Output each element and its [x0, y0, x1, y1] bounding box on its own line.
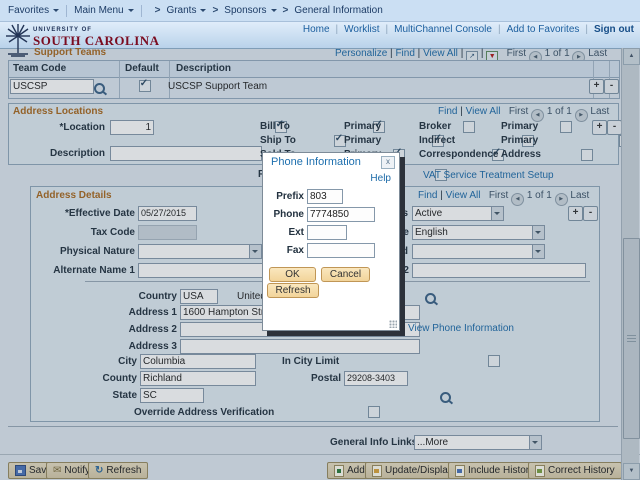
breadcrumb-sponsors[interactable]: Sponsors [224, 5, 266, 16]
fax-label: Fax [286, 245, 304, 256]
separator: | [585, 24, 588, 35]
breadcrumb-separator: > [154, 5, 161, 16]
resize-handle-icon[interactable] [389, 320, 397, 328]
breadcrumb: Favorites Main Menu > Grants > Sponsors … [0, 0, 640, 22]
peoplesoft-page: Favorites Main Menu > Grants > Sponsors … [0, 0, 640, 480]
sign-out-link[interactable]: Sign out [594, 24, 634, 35]
cancel-button[interactable]: Cancel [321, 267, 370, 282]
chevron-down-icon [53, 9, 60, 15]
separator: | [497, 24, 501, 35]
breadcrumb-grants[interactable]: Grants [166, 5, 196, 16]
modal-refresh-button[interactable]: Refresh [267, 283, 319, 298]
help-link[interactable]: Help [370, 173, 391, 184]
header-links: Home | Worklist | MultiChannel Console | Ad… [303, 24, 634, 35]
prefix-input[interactable]: 803 [307, 189, 343, 204]
breadcrumb-favorites[interactable]: Favorites [8, 5, 49, 16]
breadcrumb-separator: > [212, 5, 219, 16]
ext-label: Ext [288, 227, 304, 238]
chevron-down-icon [270, 9, 277, 15]
divider [140, 4, 142, 17]
ok-button[interactable]: OK [269, 267, 316, 282]
add-to-favorites-link[interactable]: Add to Favorites [507, 24, 580, 35]
ext-input[interactable] [307, 225, 347, 240]
phone-label: Phone [273, 209, 304, 220]
phone-input[interactable]: 7774850 [307, 207, 375, 222]
home-link[interactable]: Home [303, 24, 330, 35]
close-icon[interactable]: x [381, 156, 395, 169]
divider [66, 4, 68, 17]
breadcrumb-main-menu[interactable]: Main Menu [74, 5, 123, 16]
dialog-title: Phone Information [271, 156, 361, 168]
fax-input[interactable] [307, 243, 375, 258]
breadcrumb-separator: > [282, 5, 289, 16]
phone-information-dialog: Phone Information x Help Prefix 803 Phon… [262, 152, 400, 331]
worklist-link[interactable]: Worklist [344, 24, 379, 35]
separator: | [335, 24, 339, 35]
multichannel-console-link[interactable]: MultiChannel Console [394, 24, 492, 35]
breadcrumb-current: General Information [294, 5, 383, 16]
prefix-label: Prefix [276, 191, 304, 202]
chevron-down-icon [127, 9, 134, 15]
separator: | [385, 24, 389, 35]
chevron-down-icon [200, 9, 207, 15]
